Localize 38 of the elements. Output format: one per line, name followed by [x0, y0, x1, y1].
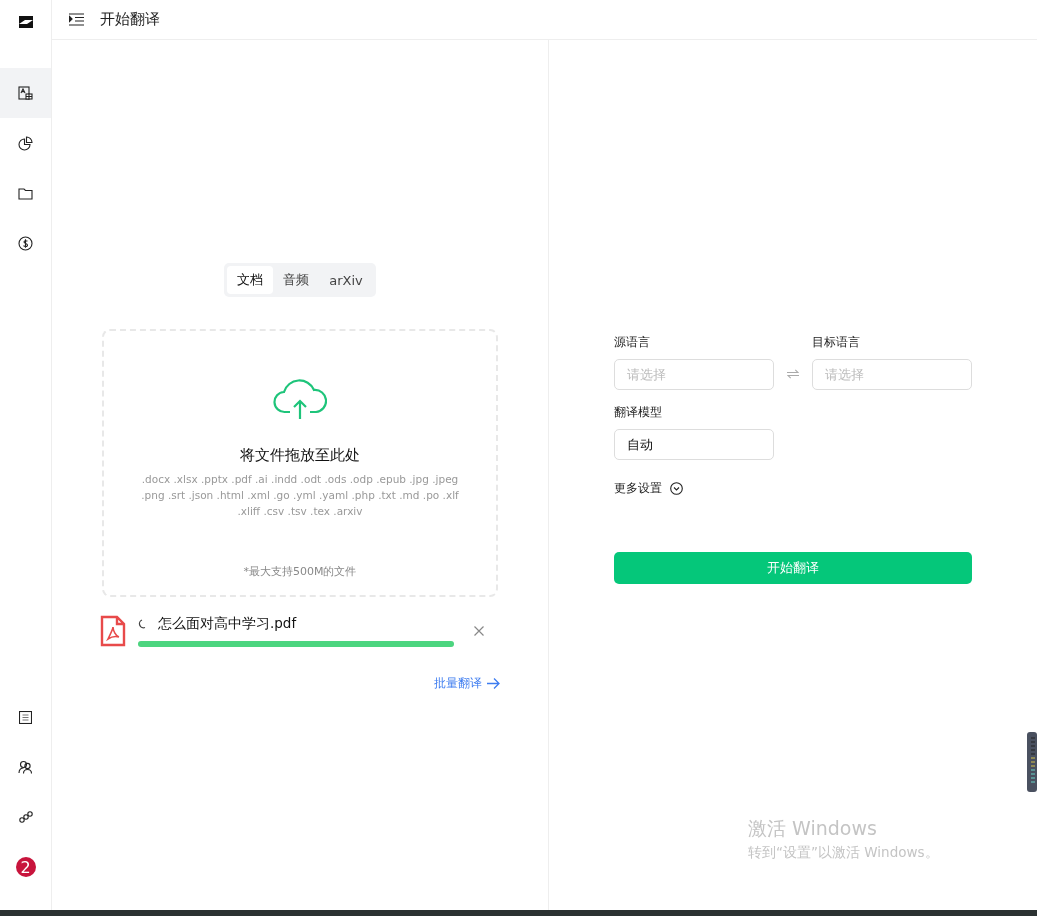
close-icon[interactable]: [474, 626, 484, 636]
folder-icon: [18, 186, 33, 200]
arrow-right-icon[interactable]: [487, 678, 500, 689]
pdf-file-icon: [100, 615, 126, 647]
notification-badge[interactable]: 2: [15, 857, 36, 877]
activation-title: 激活 Windows: [748, 816, 878, 841]
page-title: 开始翻译: [100, 10, 160, 29]
pie-chart-icon: [18, 135, 33, 151]
users-icon[interactable]: [18, 760, 33, 774]
link-icon[interactable]: [18, 811, 33, 823]
list-icon[interactable]: [19, 710, 32, 724]
logo-icon: [18, 16, 33, 28]
tab[interactable]: 文档: [227, 266, 274, 294]
field-label: 目标语言: [812, 334, 860, 351]
loading-spinner-icon: [138, 619, 146, 629]
cloud-upload-icon: [273, 377, 327, 420]
target-language-select[interactable]: 请选择: [812, 359, 972, 390]
meter-gadget-drawing: [1027, 732, 1037, 792]
drop-zone[interactable]: 将文件拖放至此处 .docx .xlsx .pptx .pdf .ai .indd .odt .ods .odp .epub .jpg .jpeg .png .srt .json .html .xml .go .yml .yaml .php .txt .md .po .xlf .xliff .csv .tsv .tex .arxiv *最大支持500M的文件: [102, 329, 498, 597]
swap-icon[interactable]: [787, 369, 799, 379]
field-label: 翻译模型: [614, 404, 662, 421]
tab[interactable]: 音频: [273, 266, 320, 294]
more-settings-toggle[interactable]: 更多设置: [614, 480, 662, 497]
size-note: *最大支持500M的文件: [243, 564, 357, 579]
file-name: 怎么面对高中学习.pdf: [158, 615, 297, 633]
formats-text: .docx .xlsx .pptx .pdf .ai .indd .odt .ods .odp .epub .jpg .jpeg .png .srt .json .html .xml .go .yml .yaml .php .txt .md .po .xlf .xliff .csv .tsv .tex .arxiv: [140, 472, 460, 519]
batch-translate-link[interactable]: 批量翻译: [434, 675, 500, 692]
translate-icon: [18, 85, 33, 101]
sidebar-item[interactable]: [0, 68, 51, 118]
drop-title: 将文件拖放至此处: [240, 446, 360, 465]
tab[interactable]: arXiv: [319, 266, 373, 294]
source-language-select[interactable]: 请选择: [614, 359, 774, 390]
chevron-down-icon[interactable]: [670, 482, 683, 495]
menu-toggle-icon[interactable]: [69, 13, 84, 26]
model-select[interactable]: 自动: [614, 429, 774, 460]
dollar-icon: [18, 235, 33, 251]
field-label: 源语言: [614, 334, 650, 351]
activation-subtitle: 转到“设置”以激活 Windows。: [748, 844, 939, 862]
